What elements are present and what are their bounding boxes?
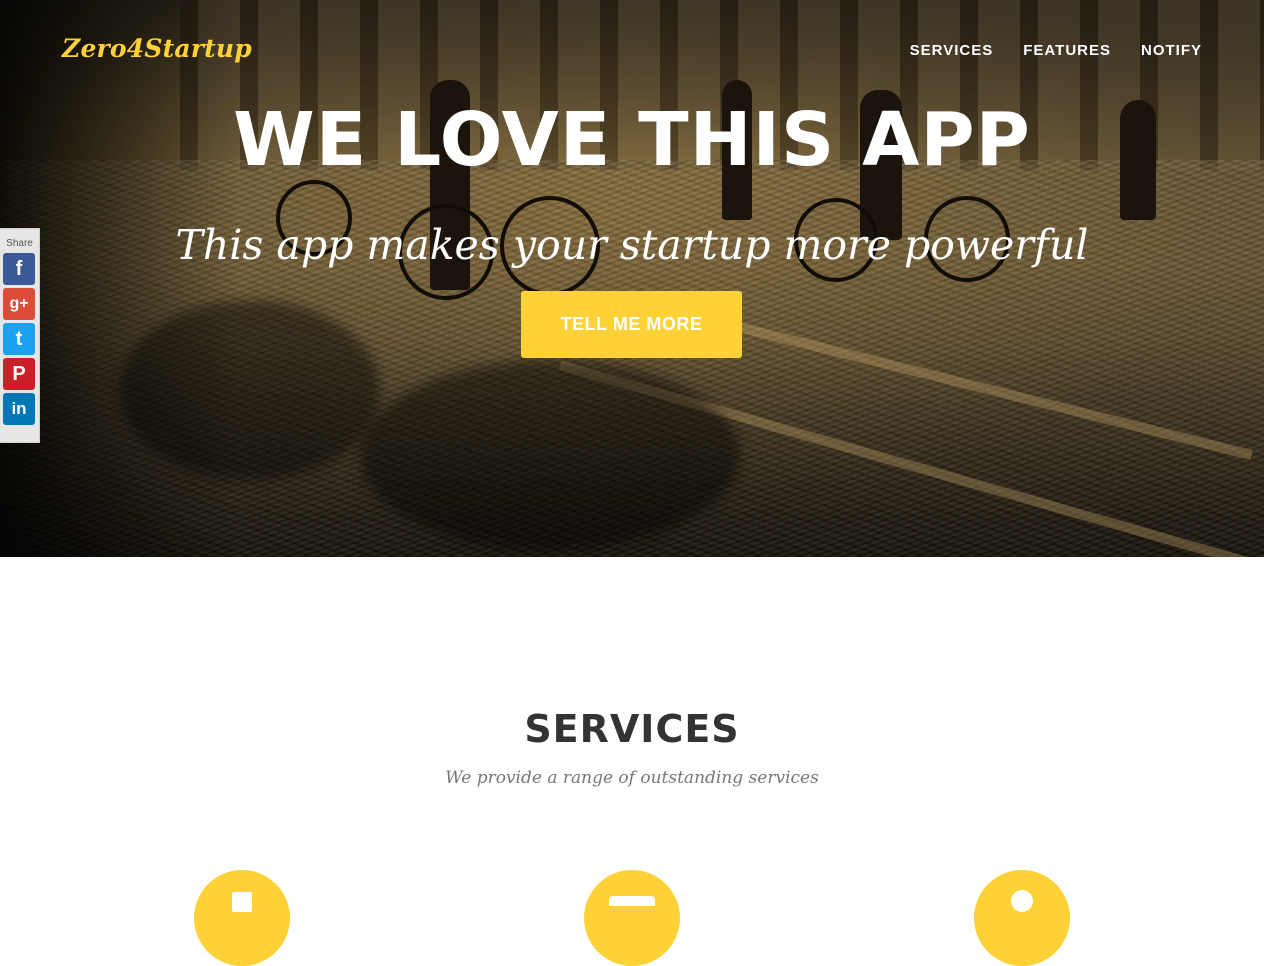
hero-title: WE LOVE THIS APP — [233, 97, 1031, 183]
top-nav: SERVICES FEATURES NOTIFY — [910, 42, 1202, 59]
brand-logo[interactable]: Zero4Startup — [62, 34, 252, 63]
nav-item-features[interactable]: FEATURES — [1023, 42, 1111, 59]
facebook-icon: f — [15, 257, 23, 280]
bicycle-shadow — [360, 360, 740, 550]
nav-item-services[interactable]: SERVICES — [910, 42, 994, 59]
twitter-icon: t — [15, 327, 23, 350]
pinterest-share-button[interactable]: P — [3, 358, 35, 390]
hero-section: Zero4Startup SERVICES FEATURES NOTIFY WE… — [0, 0, 1264, 557]
tell-me-more-button[interactable]: TELL ME MORE — [521, 291, 742, 358]
linkedin-icon: in — [11, 399, 27, 418]
facebook-share-button[interactable]: f — [3, 253, 35, 285]
laptop-icon — [584, 870, 680, 966]
google-plus-share-button[interactable]: g+ — [3, 288, 35, 320]
shopping-cart-icon — [194, 870, 290, 966]
pinterest-icon: P — [12, 362, 26, 385]
services-subheading: We provide a range of outstanding servic… — [445, 768, 819, 788]
lock-glyph — [1011, 890, 1033, 912]
hero-subtitle: This app makes your startup more powerfu… — [175, 221, 1089, 269]
linkedin-share-button[interactable]: in — [3, 393, 35, 425]
nav-item-notify[interactable]: NOTIFY — [1141, 42, 1202, 59]
twitter-share-button[interactable]: t — [3, 323, 35, 355]
share-label: Share — [6, 238, 33, 249]
laptop-glyph — [609, 896, 655, 906]
services-heading: SERVICES — [524, 707, 740, 751]
shopping-cart-glyph — [232, 892, 252, 912]
share-sidebar: Share f g+ t P in — [0, 228, 40, 443]
lock-icon — [974, 870, 1070, 966]
google-plus-icon: g+ — [9, 295, 29, 312]
